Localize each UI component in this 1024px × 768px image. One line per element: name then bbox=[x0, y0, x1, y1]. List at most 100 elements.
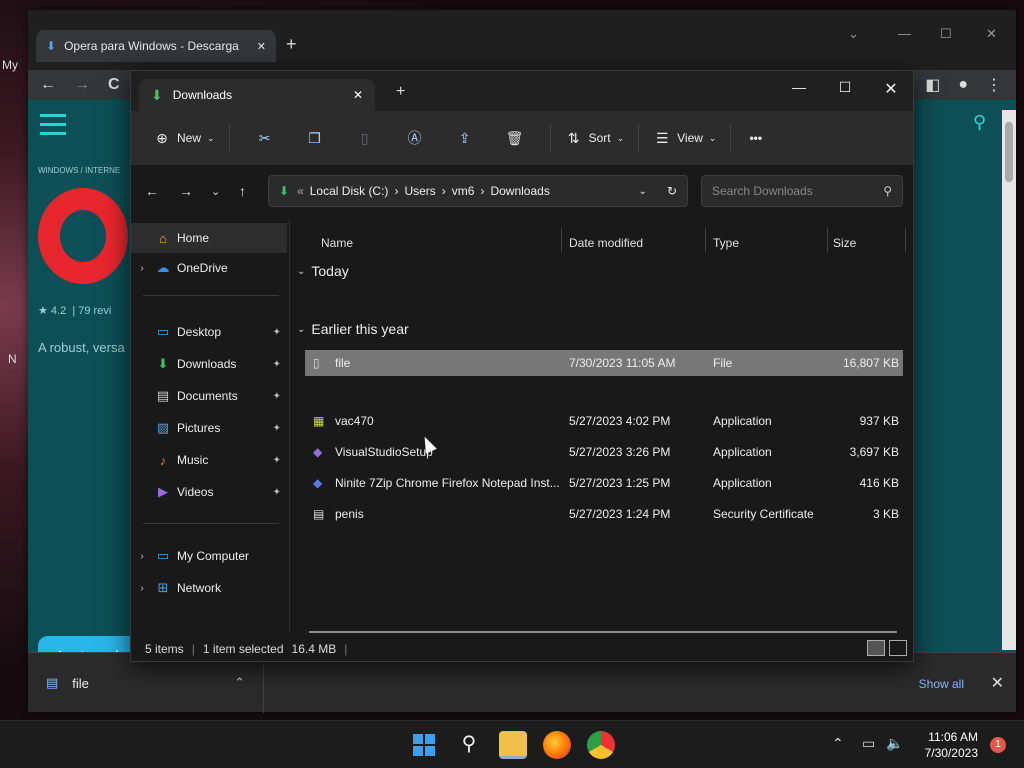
tab-search-icon[interactable]: ⌄ bbox=[848, 26, 859, 42]
minimize-button[interactable]: — bbox=[898, 26, 911, 41]
download-item[interactable]: ▤ file ⌃ bbox=[28, 653, 264, 713]
site-breadcrumb[interactable]: WINDOWS / INTERNE bbox=[38, 166, 120, 175]
horizontal-scrollbar[interactable] bbox=[309, 631, 897, 633]
chevron-right-icon[interactable]: › bbox=[480, 184, 484, 198]
close-button[interactable]: ✕ bbox=[986, 26, 997, 42]
search-icon[interactable]: ⚲ bbox=[973, 112, 986, 133]
close-icon[interactable]: ✕ bbox=[257, 40, 266, 53]
search-icon[interactable]: ⚲ bbox=[455, 731, 483, 759]
sidebar-item-home[interactable]: ⌂ Home bbox=[131, 223, 287, 253]
breadcrumb-overflow[interactable]: « bbox=[297, 184, 304, 198]
table-row[interactable]: ▤ penis 5/27/2023 1:24 PM Security Certific… bbox=[305, 501, 903, 527]
start-icon[interactable] bbox=[410, 731, 438, 759]
chevron-right-icon[interactable]: › bbox=[131, 263, 153, 274]
pin-icon[interactable]: ✦ bbox=[273, 455, 281, 466]
up-icon[interactable]: ↑ bbox=[239, 183, 246, 199]
column-header-type[interactable]: Type bbox=[713, 229, 739, 257]
table-row[interactable]: ▯ file 7/30/2023 11:05 AM File 16,807 KB bbox=[305, 350, 903, 376]
pin-icon[interactable]: ✦ bbox=[273, 327, 281, 338]
more-options-button[interactable]: ••• bbox=[745, 122, 766, 154]
refresh-icon[interactable]: ↻ bbox=[667, 184, 677, 198]
browser-tab[interactable]: ⬇ Opera para Windows - Descarga ✕ bbox=[36, 30, 276, 62]
sidebar-item-videos[interactable]: ▶ Videos ✦ bbox=[131, 477, 287, 507]
sidebar-item-pictures[interactable]: ▨ Pictures ✦ bbox=[131, 413, 287, 443]
close-button[interactable]: ✕ bbox=[871, 79, 911, 99]
firefox-icon[interactable] bbox=[543, 731, 571, 759]
search-icon: ⚲ bbox=[883, 184, 892, 198]
volume-icon[interactable]: 🔈 bbox=[886, 735, 903, 752]
close-icon[interactable]: ✕ bbox=[353, 88, 363, 102]
chevron-up-icon[interactable]: ⌃ bbox=[832, 735, 844, 752]
details-view-icon[interactable] bbox=[867, 640, 885, 656]
forward-icon[interactable]: → bbox=[74, 76, 90, 94]
maximize-button[interactable]: ☐ bbox=[940, 26, 952, 42]
minimize-button[interactable]: — bbox=[779, 79, 819, 95]
network-icon[interactable]: ▭ bbox=[862, 735, 875, 752]
share-button[interactable]: ⇪ bbox=[452, 122, 478, 154]
view-button[interactable]: ☰ View ⌄ bbox=[649, 122, 720, 154]
column-header-name[interactable]: Name bbox=[321, 229, 353, 257]
pin-icon[interactable]: ✦ bbox=[273, 359, 281, 370]
breadcrumb-downloads[interactable]: Downloads bbox=[490, 184, 549, 198]
explorer-tab[interactable]: ⬇ Downloads ✕ bbox=[139, 79, 375, 111]
notification-badge[interactable]: 1 bbox=[990, 737, 1006, 753]
reviews-count[interactable]: 79 revi bbox=[78, 305, 111, 317]
breadcrumb-users[interactable]: Users bbox=[404, 184, 435, 198]
scrollbar[interactable] bbox=[1002, 110, 1016, 650]
column-header-size[interactable]: Size bbox=[833, 229, 856, 257]
chevron-right-icon[interactable]: › bbox=[131, 583, 153, 594]
close-icon[interactable]: ✕ bbox=[991, 673, 1004, 693]
table-row[interactable]: ◆ Ninite 7Zip Chrome Firefox Notepad Inst… bbox=[305, 470, 903, 496]
chevron-right-icon[interactable]: › bbox=[442, 184, 446, 198]
forward-icon[interactable]: → bbox=[179, 183, 193, 199]
sidepanel-icon[interactable]: ◧ bbox=[925, 75, 940, 95]
chevron-down-icon[interactable]: ⌄ bbox=[639, 186, 647, 197]
pin-icon[interactable]: ✦ bbox=[273, 487, 281, 498]
chrome-icon[interactable] bbox=[587, 731, 615, 759]
back-icon[interactable]: ← bbox=[40, 76, 56, 94]
breadcrumb-vm6[interactable]: vm6 bbox=[452, 184, 475, 198]
show-all-button[interactable]: Show all bbox=[919, 677, 964, 691]
cut-button[interactable]: ✂ bbox=[252, 122, 278, 154]
table-row[interactable]: ▦ vac470 5/27/2023 4:02 PM Application 937 K… bbox=[305, 408, 903, 434]
clock[interactable]: 11:06 AM 7/30/2023 bbox=[925, 729, 978, 761]
chevron-right-icon[interactable]: › bbox=[131, 551, 153, 562]
computer-icon: ▭ bbox=[156, 548, 170, 563]
sidebar-item-desktop[interactable]: ▭ Desktop ✦ bbox=[131, 317, 287, 347]
delete-button[interactable]: 🗑 bbox=[502, 122, 528, 154]
chevron-right-icon[interactable]: › bbox=[394, 184, 398, 198]
sort-button[interactable]: ⇅ Sort ⌄ bbox=[561, 122, 629, 154]
group-header-today[interactable]: ⌄ Today bbox=[297, 263, 349, 279]
menu-icon[interactable]: ⋮ bbox=[986, 75, 1002, 95]
paste-button[interactable]: ▯ bbox=[352, 122, 378, 154]
sidebar-item-downloads[interactable]: ⬇ Downloads ✦ bbox=[131, 349, 287, 379]
sidebar-item-my-computer[interactable]: › ▭ My Computer bbox=[131, 541, 287, 571]
sidebar-item-music[interactable]: ♪ Music ✦ bbox=[131, 445, 287, 475]
hamburger-menu-icon[interactable] bbox=[40, 114, 66, 136]
chevron-up-icon[interactable]: ⌃ bbox=[234, 675, 245, 691]
recent-locations-icon[interactable]: ⌄ bbox=[211, 185, 220, 198]
sidebar-item-network[interactable]: › ⊞ Network bbox=[131, 573, 287, 603]
new-button[interactable]: ⊕ New ⌄ bbox=[149, 122, 219, 154]
maximize-button[interactable]: ☐ bbox=[825, 79, 865, 96]
address-bar[interactable]: ⬇ « Local Disk (C:) › Users › vm6 › Down… bbox=[268, 175, 688, 207]
table-row[interactable]: ◆ VisualStudioSetup 5/27/2023 3:26 PM Appli… bbox=[305, 439, 903, 465]
file-explorer-icon[interactable] bbox=[499, 731, 527, 759]
group-header-earlier[interactable]: ⌄ Earlier this year bbox=[297, 321, 409, 337]
profile-icon[interactable]: ● bbox=[958, 76, 968, 94]
back-icon[interactable]: ← bbox=[145, 183, 159, 199]
rename-button[interactable]: Ⓐ bbox=[402, 122, 428, 154]
new-tab-button[interactable]: + bbox=[286, 34, 297, 55]
new-tab-button[interactable]: + bbox=[396, 83, 405, 101]
sidebar-item-documents[interactable]: ▤ Documents ✦ bbox=[131, 381, 287, 411]
search-box[interactable]: Search Downloads ⚲ bbox=[701, 175, 903, 207]
pin-icon[interactable]: ✦ bbox=[273, 423, 281, 434]
breadcrumb-local-disk[interactable]: Local Disk (C:) bbox=[310, 184, 389, 198]
search-input[interactable]: Search Downloads bbox=[712, 184, 813, 198]
tiles-view-icon[interactable] bbox=[889, 640, 907, 656]
sidebar-item-onedrive[interactable]: › ☁ OneDrive bbox=[131, 253, 287, 283]
column-header-date[interactable]: Date modified bbox=[569, 229, 643, 257]
pin-icon[interactable]: ✦ bbox=[273, 391, 281, 402]
copy-button[interactable]: ❐ bbox=[302, 122, 328, 154]
reload-icon[interactable]: C bbox=[108, 76, 120, 94]
